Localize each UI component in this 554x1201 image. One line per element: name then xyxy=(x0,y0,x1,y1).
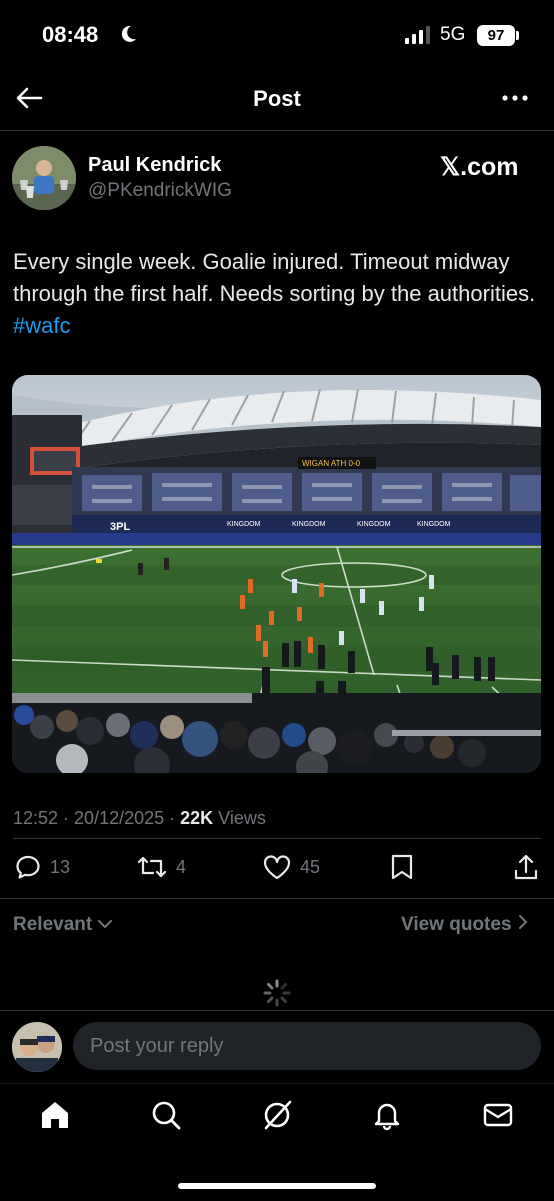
grok-icon[interactable] xyxy=(260,1098,294,1132)
home-icon[interactable] xyxy=(38,1098,72,1132)
more-icon[interactable] xyxy=(500,86,530,110)
like-count: 45 xyxy=(300,856,321,877)
author-name[interactable]: Paul Kendrick xyxy=(88,154,221,177)
sponsor-board: 3PL xyxy=(110,521,130,533)
chevron-right-icon xyxy=(518,915,528,929)
meta-divider xyxy=(13,838,541,839)
home-indicator xyxy=(178,1183,376,1189)
post-text-body: Every single week. Goalie injured. Timeo… xyxy=(13,249,536,306)
bookmark-button[interactable] xyxy=(389,852,415,882)
stand-sign: KINGDOM xyxy=(417,521,451,528)
my-avatar[interactable] xyxy=(12,1022,62,1072)
like-button[interactable]: 45 xyxy=(262,852,320,882)
reply-count: 13 xyxy=(50,856,71,877)
signal-icon xyxy=(405,26,430,44)
loading-spinner-icon xyxy=(263,979,291,1007)
x-logo: 𝕏.com xyxy=(440,153,519,181)
post-image[interactable]: WIGAN ATH 0-0 3PL KINGDOM KINGDOM KINGDO… xyxy=(12,375,541,773)
moon-icon xyxy=(121,25,136,42)
reply-button[interactable]: 13 xyxy=(14,852,70,882)
reply-divider xyxy=(0,1010,554,1011)
chevron-down-icon xyxy=(98,920,113,929)
views-label: Views xyxy=(213,808,266,828)
messages-icon[interactable] xyxy=(481,1098,515,1132)
stand-sign: KINGDOM xyxy=(357,521,391,528)
sort-dropdown[interactable]: Relevant xyxy=(13,914,113,936)
bookmark-icon xyxy=(391,854,413,880)
page-title: Post xyxy=(253,86,301,111)
notifications-icon[interactable] xyxy=(370,1098,404,1132)
header-divider xyxy=(0,130,554,131)
sort-label: Relevant xyxy=(13,914,93,935)
share-icon xyxy=(514,854,538,880)
network-type: 5G xyxy=(440,24,466,45)
reply-icon xyxy=(16,855,40,879)
stand-sign: KINGDOM xyxy=(227,521,261,528)
post-text: Every single week. Goalie injured. Timeo… xyxy=(13,246,541,342)
post-timestamp: 12:52 · 20/12/2025 · xyxy=(13,808,181,828)
reply-input[interactable] xyxy=(73,1022,541,1070)
battery-level: 97 xyxy=(477,25,515,46)
share-button[interactable] xyxy=(512,852,540,882)
battery-tip xyxy=(516,31,519,40)
scoreboard: WIGAN ATH 0-0 xyxy=(302,459,361,468)
like-icon xyxy=(263,855,291,880)
actions-divider xyxy=(0,898,554,899)
repost-icon xyxy=(137,856,167,878)
author-avatar[interactable] xyxy=(12,146,76,210)
hashtag-link[interactable]: #wafc xyxy=(13,313,70,338)
view-quotes-link[interactable]: View quotes xyxy=(401,914,529,936)
status-time: 08:48 xyxy=(42,22,99,47)
views-count: 22K xyxy=(180,808,214,828)
stand-sign: KINGDOM xyxy=(292,521,326,528)
search-icon[interactable] xyxy=(149,1098,183,1132)
repost-button[interactable]: 4 xyxy=(136,852,186,882)
author-handle[interactable]: @PKendrickWIG xyxy=(88,180,232,202)
repost-count: 4 xyxy=(176,856,187,877)
post-meta: 12:52 · 20/12/2025 · 22K Views xyxy=(13,808,266,829)
view-quotes-label: View quotes xyxy=(401,914,512,935)
